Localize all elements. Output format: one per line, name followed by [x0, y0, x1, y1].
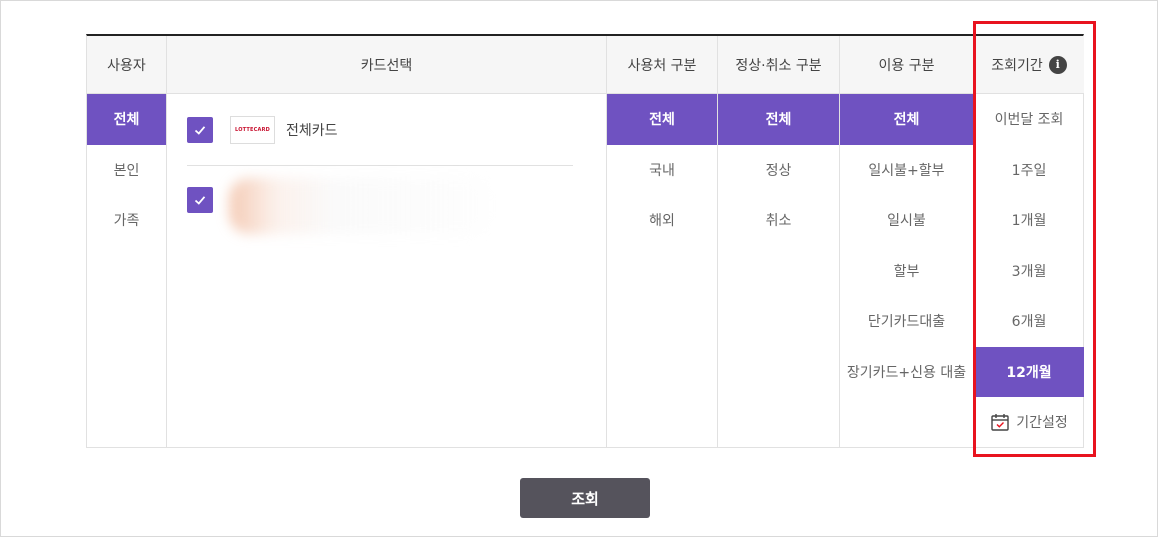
card-divider: [187, 165, 573, 166]
place-option-all[interactable]: 전체: [607, 94, 717, 145]
status-option-cancel[interactable]: 취소: [718, 195, 839, 246]
check-icon: [194, 196, 206, 205]
type-option-long-loan[interactable]: 장기카드+신용 대출: [840, 347, 973, 398]
type-option-short-loan[interactable]: 단기카드대출: [840, 296, 973, 347]
place-option-overseas[interactable]: 해외: [607, 195, 717, 246]
status-option-all[interactable]: 전체: [718, 94, 839, 145]
lotte-card-logo: LOTTECARD: [230, 116, 275, 144]
status-option-normal[interactable]: 정상: [718, 145, 839, 196]
card-all-label: 전체카드: [286, 123, 338, 139]
type-column-header: 이용 구분: [840, 36, 973, 94]
place-column-header: 사용처 구분: [607, 36, 717, 94]
place-column: 사용처 구분 전체 국내 해외: [607, 36, 718, 448]
type-option-all[interactable]: 전체: [840, 94, 973, 145]
place-option-domestic[interactable]: 국내: [607, 145, 717, 196]
blurred-card-info: [229, 178, 489, 234]
card-row-blurred[interactable]: [187, 187, 213, 213]
status-column: 정상·취소 구분 전체 정상 취소: [718, 36, 840, 448]
filter-panel: 사용자 전체 본인 가족 카드선택 LOTTECARD 전체카드 사용처 구분 …: [86, 34, 1084, 448]
card-row-all[interactable]: LOTTECARD 전체카드: [187, 116, 338, 144]
type-option-lump[interactable]: 일시불: [840, 195, 973, 246]
type-option-lump-installment[interactable]: 일시불+할부: [840, 145, 973, 196]
user-option-all[interactable]: 전체: [87, 94, 166, 145]
card-all-checkbox[interactable]: [187, 117, 213, 143]
period-highlight-box: [973, 21, 1096, 457]
card-column-header: 카드선택: [167, 36, 606, 94]
type-option-installment[interactable]: 할부: [840, 246, 973, 297]
user-column: 사용자 전체 본인 가족: [87, 36, 167, 448]
user-option-family[interactable]: 가족: [87, 195, 166, 246]
card-blurred-checkbox[interactable]: [187, 187, 213, 213]
check-icon: [194, 126, 206, 135]
search-button[interactable]: 조회: [520, 478, 650, 518]
user-option-self[interactable]: 본인: [87, 145, 166, 196]
user-column-header: 사용자: [87, 36, 166, 94]
status-column-header: 정상·취소 구분: [718, 36, 839, 94]
type-column: 이용 구분 전체 일시불+할부 일시불 할부 단기카드대출 장기카드+신용 대출: [840, 36, 974, 448]
card-column: 카드선택 LOTTECARD 전체카드: [167, 36, 607, 448]
